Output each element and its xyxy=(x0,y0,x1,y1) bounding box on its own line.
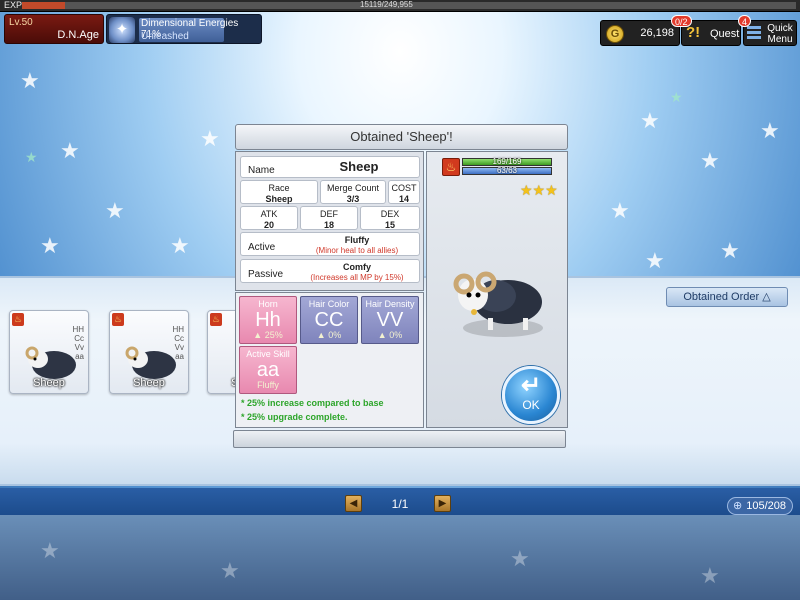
star-icon: ★ xyxy=(40,538,60,563)
monster-card[interactable]: ♨ HHCcVvaa Sheep xyxy=(9,310,89,394)
monster-count-value: 105/208 xyxy=(746,500,786,512)
star-icon: ★ xyxy=(105,198,125,223)
quest-badge: 0/2 xyxy=(671,15,692,27)
star-icon: ★ xyxy=(200,126,220,151)
merge-count-field: Merge Count 3/3 xyxy=(320,180,386,204)
energy-status: Unleashed xyxy=(141,31,189,42)
passive-skill-field: Passive Comfy (Increases all MP by 15%) xyxy=(240,259,420,283)
star-icon: ★ xyxy=(640,108,660,133)
exp-label: EXP xyxy=(4,0,23,10)
star-icon: ★ xyxy=(25,149,38,165)
hp-value: 169/169 xyxy=(492,157,522,166)
rarity-stars: ★★★ xyxy=(520,182,558,198)
fire-element-icon: ♨ xyxy=(442,158,460,176)
gold-value: 26,198 xyxy=(640,27,674,39)
upgrade-note: * 25% upgrade complete. xyxy=(241,412,348,422)
gene-horn[interactable]: Horn Hh ▲ 25% xyxy=(239,296,297,344)
star-icon: ★ xyxy=(510,546,530,571)
player-profile[interactable]: Lv.50 D.N.Age xyxy=(4,14,104,44)
gene-hair-color[interactable]: Hair Color CC ▲ 0% xyxy=(300,296,358,344)
fire-element-icon: ♨ xyxy=(210,313,222,326)
gene-hair-density[interactable]: Hair Density VV ▲ 0% xyxy=(361,296,419,344)
card-label: Sheep xyxy=(33,377,65,389)
return-arrow-icon: ↵ xyxy=(520,372,542,399)
star-icon: ★ xyxy=(610,198,630,223)
star-icon: ★ xyxy=(720,238,740,263)
name-value: Sheep xyxy=(339,159,379,174)
star-icon: ★ xyxy=(700,563,720,588)
quick-menu-label: Quick Menu xyxy=(767,23,793,45)
menu-icon xyxy=(747,26,761,42)
player-name: D.N.Age xyxy=(57,29,99,41)
mp-value: 63/63 xyxy=(496,166,518,175)
next-page-button[interactable]: ▶ xyxy=(434,495,451,512)
dialog-footer xyxy=(233,430,566,448)
ok-label: OK xyxy=(522,398,540,412)
dex-field: DEX 15 xyxy=(360,206,420,230)
fire-element-icon: ♨ xyxy=(12,313,24,326)
name-label: Name xyxy=(248,165,275,176)
prev-page-button[interactable]: ◀ xyxy=(345,495,362,512)
star-icon: ★ xyxy=(645,248,665,273)
storage-icon: ⊕ xyxy=(733,500,743,512)
exp-value: 15119/249,955 xyxy=(360,0,413,9)
monster-info-panel: Name Sheep Race Sheep Merge Count 3/3 COST… xyxy=(235,151,424,291)
star-icon: ★ xyxy=(220,558,240,583)
star-icon: ★ xyxy=(670,89,683,105)
player-level: Lv.50 xyxy=(9,17,33,28)
atk-field: ATK 20 xyxy=(240,206,298,230)
cost-field: COST 14 xyxy=(388,180,420,204)
dimensional-energy[interactable]: ✦ Dimensional Energies 71% Unleashed xyxy=(106,14,262,44)
monster-count: ⊕ 105/208 xyxy=(727,497,793,515)
energy-icon: ✦ xyxy=(109,17,135,43)
def-field: DEF 18 xyxy=(300,206,358,230)
bottom-background xyxy=(0,515,800,600)
coin-icon: G xyxy=(606,25,624,43)
monster-card[interactable]: ♨ HHCcVvaa Sheep xyxy=(109,310,189,394)
sheep-portrait xyxy=(453,271,543,337)
fire-element-icon: ♨ xyxy=(112,313,124,326)
exp-fill xyxy=(22,2,65,9)
star-icon: ★ xyxy=(760,118,780,143)
dialog-title: Obtained 'Sheep'! xyxy=(235,124,568,150)
star-icon: ★ xyxy=(40,233,60,258)
quick-menu-button[interactable]: Quick Menu xyxy=(743,20,797,46)
menu-badge: 4 xyxy=(738,15,752,27)
mp-bar: 63/63 xyxy=(462,166,552,175)
page-indicator: 1/1 xyxy=(391,497,409,511)
star-icon: ★ xyxy=(60,138,80,163)
hp-bar: 169/169 xyxy=(462,157,552,166)
star-icon: ★ xyxy=(170,233,190,258)
gold-counter[interactable]: G 26,198 xyxy=(600,20,680,46)
gene-active-skill[interactable]: Active Skill aa Fluffy xyxy=(239,346,297,394)
active-skill-field: Active Fluffy (Minor heal to all allies) xyxy=(240,232,420,256)
race-field: Race Sheep xyxy=(240,180,318,204)
quest-label: Quest xyxy=(710,28,740,40)
star-icon: ★ xyxy=(20,68,40,93)
card-label: Sheep xyxy=(133,377,165,389)
star-icon: ★ xyxy=(700,148,720,173)
upgrade-note: * 25% increase compared to base xyxy=(241,398,384,408)
name-field: Name Sheep xyxy=(240,156,420,178)
exp-bar: EXP 15119/249,955 xyxy=(0,0,800,12)
sort-order-button[interactable]: Obtained Order △ xyxy=(666,287,788,307)
ok-button[interactable]: ↵ OK xyxy=(502,366,560,424)
